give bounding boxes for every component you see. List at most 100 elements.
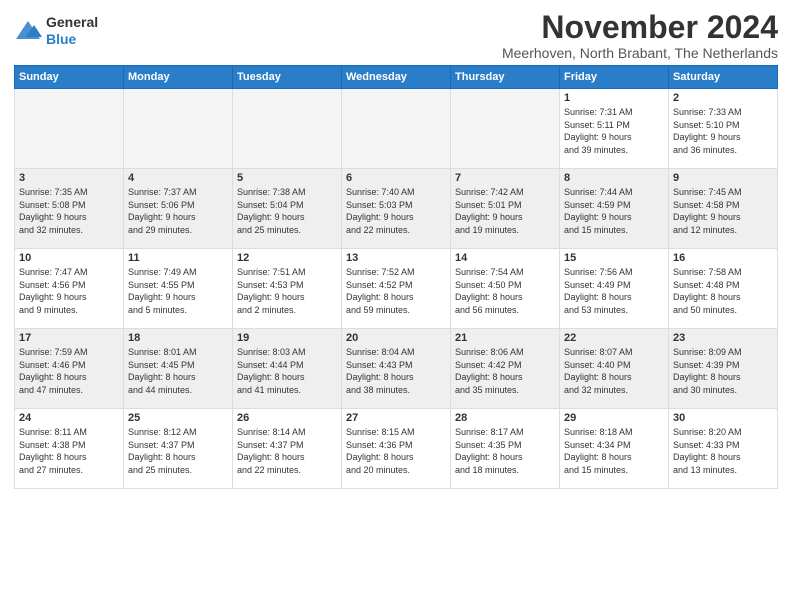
day-info: Sunrise: 8:18 AM Sunset: 4:34 PM Dayligh…: [564, 426, 664, 476]
day-number: 26: [237, 412, 337, 424]
calendar-cell: 29 Sunrise: 8:18 AM Sunset: 4:34 PM Dayli…: [560, 409, 669, 489]
day-number: 15: [564, 252, 664, 264]
calendar-cell: [233, 89, 342, 169]
day-number: 21: [455, 332, 555, 344]
day-number: 19: [237, 332, 337, 344]
day-number: 20: [346, 332, 446, 344]
day-info: Sunrise: 8:01 AM Sunset: 4:45 PM Dayligh…: [128, 346, 228, 396]
calendar-table: SundayMondayTuesdayWednesdayThursdayFrid…: [14, 65, 778, 489]
day-info: Sunrise: 8:17 AM Sunset: 4:35 PM Dayligh…: [455, 426, 555, 476]
week-row-2: 3 Sunrise: 7:35 AM Sunset: 5:08 PM Daylig…: [15, 169, 778, 249]
calendar-cell: 16 Sunrise: 7:58 AM Sunset: 4:48 PM Dayli…: [669, 249, 778, 329]
calendar-cell: 23 Sunrise: 8:09 AM Sunset: 4:39 PM Dayli…: [669, 329, 778, 409]
calendar-cell: 2Sunrise: 7:33 AM Sunset: 5:10 PM Daylig…: [669, 89, 778, 169]
day-info: Sunrise: 7:38 AM Sunset: 5:04 PM Dayligh…: [237, 186, 337, 236]
header-friday: Friday: [560, 66, 669, 89]
calendar-cell: 14 Sunrise: 7:54 AM Sunset: 4:50 PM Dayli…: [451, 249, 560, 329]
day-info: Sunrise: 7:58 AM Sunset: 4:48 PM Dayligh…: [673, 266, 773, 316]
calendar-cell: 13 Sunrise: 7:52 AM Sunset: 4:52 PM Dayli…: [342, 249, 451, 329]
day-number: 13: [346, 252, 446, 264]
day-number: 9: [673, 172, 773, 184]
day-info: Sunrise: 7:42 AM Sunset: 5:01 PM Dayligh…: [455, 186, 555, 236]
month-title: November 2024: [502, 10, 778, 45]
day-info: Sunrise: 7:37 AM Sunset: 5:06 PM Dayligh…: [128, 186, 228, 236]
day-number: 24: [19, 412, 119, 424]
header-thursday: Thursday: [451, 66, 560, 89]
week-row-5: 24 Sunrise: 8:11 AM Sunset: 4:38 PM Dayli…: [15, 409, 778, 489]
day-number: 1: [564, 92, 664, 104]
calendar-cell: 15 Sunrise: 7:56 AM Sunset: 4:49 PM Dayli…: [560, 249, 669, 329]
day-info: Sunrise: 8:07 AM Sunset: 4:40 PM Dayligh…: [564, 346, 664, 396]
header-row: SundayMondayTuesdayWednesdayThursdayFrid…: [15, 66, 778, 89]
calendar-cell: 11Sunrise: 7:49 AM Sunset: 4:55 PM Dayli…: [124, 249, 233, 329]
day-info: Sunrise: 8:12 AM Sunset: 4:37 PM Dayligh…: [128, 426, 228, 476]
logo-general: General: [46, 14, 98, 31]
day-number: 5: [237, 172, 337, 184]
day-info: Sunrise: 7:45 AM Sunset: 4:58 PM Dayligh…: [673, 186, 773, 236]
day-info: Sunrise: 8:09 AM Sunset: 4:39 PM Dayligh…: [673, 346, 773, 396]
calendar-cell: 10 Sunrise: 7:47 AM Sunset: 4:56 PM Dayli…: [15, 249, 124, 329]
day-number: 12: [237, 252, 337, 264]
day-info: Sunrise: 7:31 AM Sunset: 5:11 PM Dayligh…: [564, 106, 664, 156]
day-info: Sunrise: 7:56 AM Sunset: 4:49 PM Dayligh…: [564, 266, 664, 316]
calendar-cell: [124, 89, 233, 169]
header-monday: Monday: [124, 66, 233, 89]
calendar-cell: 26Sunrise: 8:14 AM Sunset: 4:37 PM Dayli…: [233, 409, 342, 489]
header-wednesday: Wednesday: [342, 66, 451, 89]
calendar-cell: 8 Sunrise: 7:44 AM Sunset: 4:59 PM Daylig…: [560, 169, 669, 249]
day-info: Sunrise: 7:54 AM Sunset: 4:50 PM Dayligh…: [455, 266, 555, 316]
day-info: Sunrise: 7:51 AM Sunset: 4:53 PM Dayligh…: [237, 266, 337, 316]
day-number: 14: [455, 252, 555, 264]
day-number: 23: [673, 332, 773, 344]
calendar-cell: [451, 89, 560, 169]
header-tuesday: Tuesday: [233, 66, 342, 89]
day-info: Sunrise: 7:44 AM Sunset: 4:59 PM Dayligh…: [564, 186, 664, 236]
day-info: Sunrise: 7:52 AM Sunset: 4:52 PM Dayligh…: [346, 266, 446, 316]
calendar-cell: [15, 89, 124, 169]
calendar-cell: 1 Sunrise: 7:31 AM Sunset: 5:11 PM Daylig…: [560, 89, 669, 169]
logo-blue: Blue: [46, 31, 98, 48]
day-info: Sunrise: 8:06 AM Sunset: 4:42 PM Dayligh…: [455, 346, 555, 396]
day-info: Sunrise: 8:15 AM Sunset: 4:36 PM Dayligh…: [346, 426, 446, 476]
subtitle: Meerhoven, North Brabant, The Netherland…: [502, 45, 778, 61]
calendar-cell: 22Sunrise: 8:07 AM Sunset: 4:40 PM Dayli…: [560, 329, 669, 409]
day-info: Sunrise: 7:47 AM Sunset: 4:56 PM Dayligh…: [19, 266, 119, 316]
day-info: Sunrise: 7:40 AM Sunset: 5:03 PM Dayligh…: [346, 186, 446, 236]
calendar-cell: 19Sunrise: 8:03 AM Sunset: 4:44 PM Dayli…: [233, 329, 342, 409]
day-number: 27: [346, 412, 446, 424]
calendar-cell: 24 Sunrise: 8:11 AM Sunset: 4:38 PM Dayli…: [15, 409, 124, 489]
title-block: November 2024 Meerhoven, North Brabant, …: [502, 10, 778, 61]
calendar-cell: 20 Sunrise: 8:04 AM Sunset: 4:43 PM Dayli…: [342, 329, 451, 409]
day-number: 3: [19, 172, 119, 184]
day-info: Sunrise: 7:49 AM Sunset: 4:55 PM Dayligh…: [128, 266, 228, 316]
day-info: Sunrise: 7:33 AM Sunset: 5:10 PM Dayligh…: [673, 106, 773, 156]
header: General Blue November 2024 Meerhoven, No…: [14, 10, 778, 61]
calendar-cell: 5 Sunrise: 7:38 AM Sunset: 5:04 PM Daylig…: [233, 169, 342, 249]
calendar-cell: 27 Sunrise: 8:15 AM Sunset: 4:36 PM Dayli…: [342, 409, 451, 489]
calendar-cell: [342, 89, 451, 169]
day-info: Sunrise: 7:59 AM Sunset: 4:46 PM Dayligh…: [19, 346, 119, 396]
day-number: 28: [455, 412, 555, 424]
logo-icon: [14, 17, 42, 45]
day-number: 8: [564, 172, 664, 184]
week-row-4: 17Sunrise: 7:59 AM Sunset: 4:46 PM Dayli…: [15, 329, 778, 409]
week-row-3: 10 Sunrise: 7:47 AM Sunset: 4:56 PM Dayli…: [15, 249, 778, 329]
day-number: 16: [673, 252, 773, 264]
calendar-cell: 7 Sunrise: 7:42 AM Sunset: 5:01 PM Daylig…: [451, 169, 560, 249]
day-info: Sunrise: 7:35 AM Sunset: 5:08 PM Dayligh…: [19, 186, 119, 236]
calendar-page: General Blue November 2024 Meerhoven, No…: [0, 0, 792, 612]
day-info: Sunrise: 8:11 AM Sunset: 4:38 PM Dayligh…: [19, 426, 119, 476]
calendar-cell: 18Sunrise: 8:01 AM Sunset: 4:45 PM Dayli…: [124, 329, 233, 409]
calendar-cell: 25 Sunrise: 8:12 AM Sunset: 4:37 PM Dayli…: [124, 409, 233, 489]
calendar-cell: 3 Sunrise: 7:35 AM Sunset: 5:08 PM Daylig…: [15, 169, 124, 249]
day-number: 29: [564, 412, 664, 424]
day-number: 25: [128, 412, 228, 424]
day-number: 10: [19, 252, 119, 264]
calendar-cell: 28 Sunrise: 8:17 AM Sunset: 4:35 PM Dayli…: [451, 409, 560, 489]
day-info: Sunrise: 8:20 AM Sunset: 4:33 PM Dayligh…: [673, 426, 773, 476]
header-sunday: Sunday: [15, 66, 124, 89]
day-number: 4: [128, 172, 228, 184]
day-info: Sunrise: 8:04 AM Sunset: 4:43 PM Dayligh…: [346, 346, 446, 396]
week-row-1: 1 Sunrise: 7:31 AM Sunset: 5:11 PM Daylig…: [15, 89, 778, 169]
day-number: 7: [455, 172, 555, 184]
